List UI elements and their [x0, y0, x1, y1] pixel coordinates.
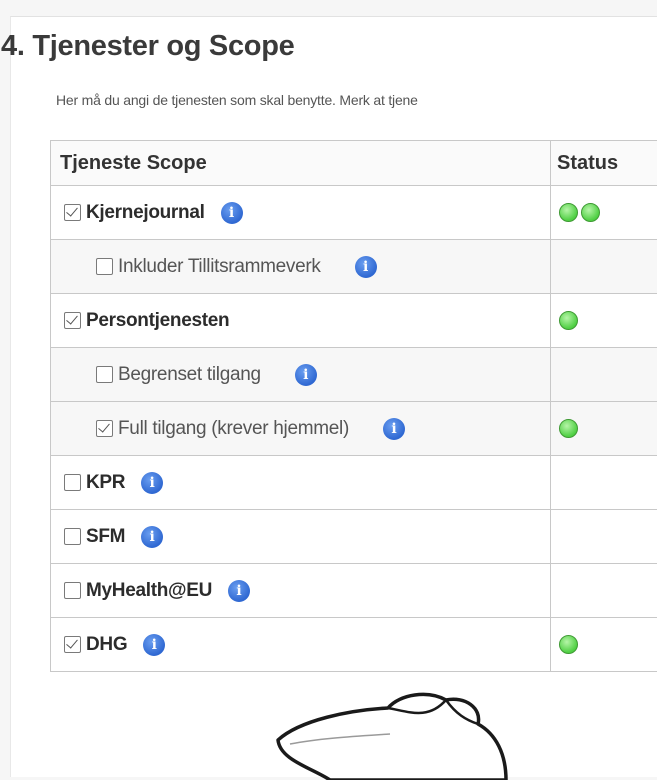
service-checkbox[interactable]	[96, 258, 113, 275]
info-icon[interactable]: i	[141, 472, 163, 494]
services-table: Tjeneste Scope Status KjernejournaliInkl…	[50, 140, 657, 672]
service-label: Inkluder Tillitsrammeverk	[118, 256, 321, 278]
table-row: Begrenset tilgang i	[51, 348, 657, 402]
table-row: KPR i	[51, 456, 657, 510]
service-label: Kjernejournal	[86, 202, 205, 224]
info-icon[interactable]: i	[221, 202, 243, 224]
status-cell	[551, 240, 657, 294]
table-row: Kjernejournal i	[51, 186, 657, 240]
service-checkbox[interactable]	[96, 420, 113, 437]
status-ok-icon	[581, 203, 600, 222]
service-checkbox[interactable]	[64, 528, 81, 545]
status-cell	[551, 402, 657, 456]
service-cell: KPR i	[51, 456, 551, 510]
section-intro: Her må du angi de tjenesten som skal ben…	[56, 92, 418, 108]
column-header-status: Status	[551, 141, 657, 186]
info-icon[interactable]: i	[295, 364, 317, 386]
service-label: KPR	[86, 472, 125, 494]
info-icon[interactable]: i	[143, 634, 165, 656]
status-cell	[551, 456, 657, 510]
service-cell: Inkluder Tillitsrammeverk i	[51, 240, 551, 294]
service-checkbox[interactable]	[64, 636, 81, 653]
service-label: Persontjenesten	[86, 310, 229, 332]
service-checkbox[interactable]	[64, 312, 81, 329]
service-label: SFM	[86, 526, 125, 548]
service-checkbox[interactable]	[64, 204, 81, 221]
column-header-service: Tjeneste Scope	[51, 141, 551, 186]
status-ok-icon	[559, 203, 578, 222]
table-row: Full tilgang (krever hjemmel) i	[51, 402, 657, 456]
services-table-body: Kjernejournal i Inkluder Tillitsrammeverk i…	[51, 186, 657, 672]
info-icon[interactable]: i	[355, 256, 377, 278]
status-cell	[551, 618, 657, 672]
service-label: Full tilgang (krever hjemmel)	[118, 418, 349, 440]
status-cell	[551, 186, 657, 240]
info-icon[interactable]: i	[228, 580, 250, 602]
status-ok-icon	[559, 311, 578, 330]
table-row: Inkluder Tillitsrammeverk i	[51, 240, 657, 294]
table-header-row: Tjeneste Scope Status	[51, 141, 657, 186]
service-cell: DHG i	[51, 618, 551, 672]
service-cell: Full tilgang (krever hjemmel) i	[51, 402, 551, 456]
service-label: DHG	[86, 634, 127, 656]
status-ok-icon	[559, 419, 578, 438]
status-cell	[551, 294, 657, 348]
service-label: MyHealth@EU	[86, 580, 212, 602]
status-cell	[551, 348, 657, 402]
table-row: DHG i	[51, 618, 657, 672]
status-cell	[551, 510, 657, 564]
table-row: MyHealth@EU i	[51, 564, 657, 618]
service-cell: MyHealth@EU i	[51, 564, 551, 618]
info-icon[interactable]: i	[383, 418, 405, 440]
service-checkbox[interactable]	[64, 582, 81, 599]
service-cell: Persontjenesten	[51, 294, 551, 348]
service-checkbox[interactable]	[96, 366, 113, 383]
status-cell	[551, 564, 657, 618]
status-ok-icon	[559, 635, 578, 654]
service-cell: Kjernejournal i	[51, 186, 551, 240]
service-checkbox[interactable]	[64, 474, 81, 491]
section-title: 4. Tjenester og Scope	[1, 30, 294, 63]
table-row: SFM i	[51, 510, 657, 564]
service-cell: Begrenset tilgang i	[51, 348, 551, 402]
info-icon[interactable]: i	[141, 526, 163, 548]
service-cell: SFM i	[51, 510, 551, 564]
table-row: Persontjenesten	[51, 294, 657, 348]
service-label: Begrenset tilgang	[118, 364, 261, 386]
